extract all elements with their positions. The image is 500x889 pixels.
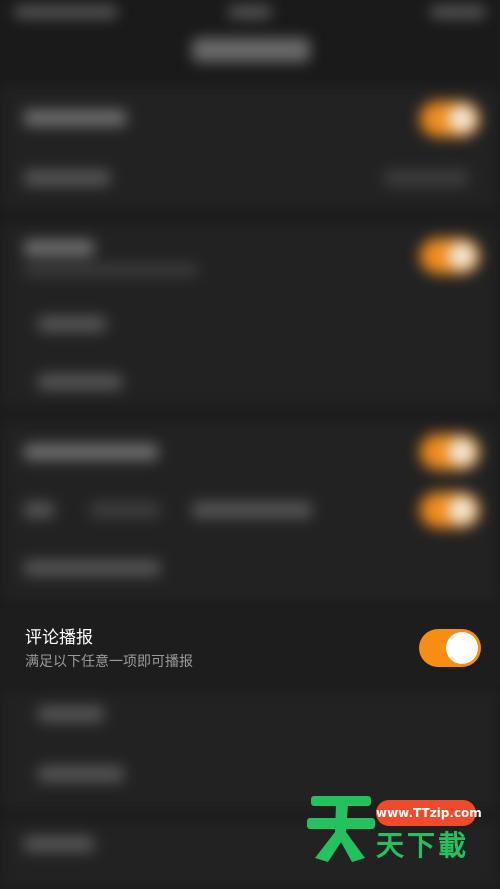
page-title-blurred: [192, 38, 310, 62]
watermark-logo-icon: [305, 792, 377, 864]
watermark-url: www.TTzip.com: [376, 800, 482, 826]
comment-broadcast-toggle[interactable]: [419, 629, 481, 667]
status-bar: [0, 0, 500, 30]
toggle-knob: [446, 632, 478, 664]
settings-screen: 评论播报 满足以下任意一项即可播报 www.TTzip.com 天下載: [0, 0, 500, 889]
watermark-brand: 天下載: [376, 829, 470, 862]
comment-broadcast-title: 评论播报: [25, 628, 93, 648]
blurred-background: [0, 0, 500, 889]
comment-broadcast-subtitle: 满足以下任意一项即可播报: [25, 654, 193, 670]
